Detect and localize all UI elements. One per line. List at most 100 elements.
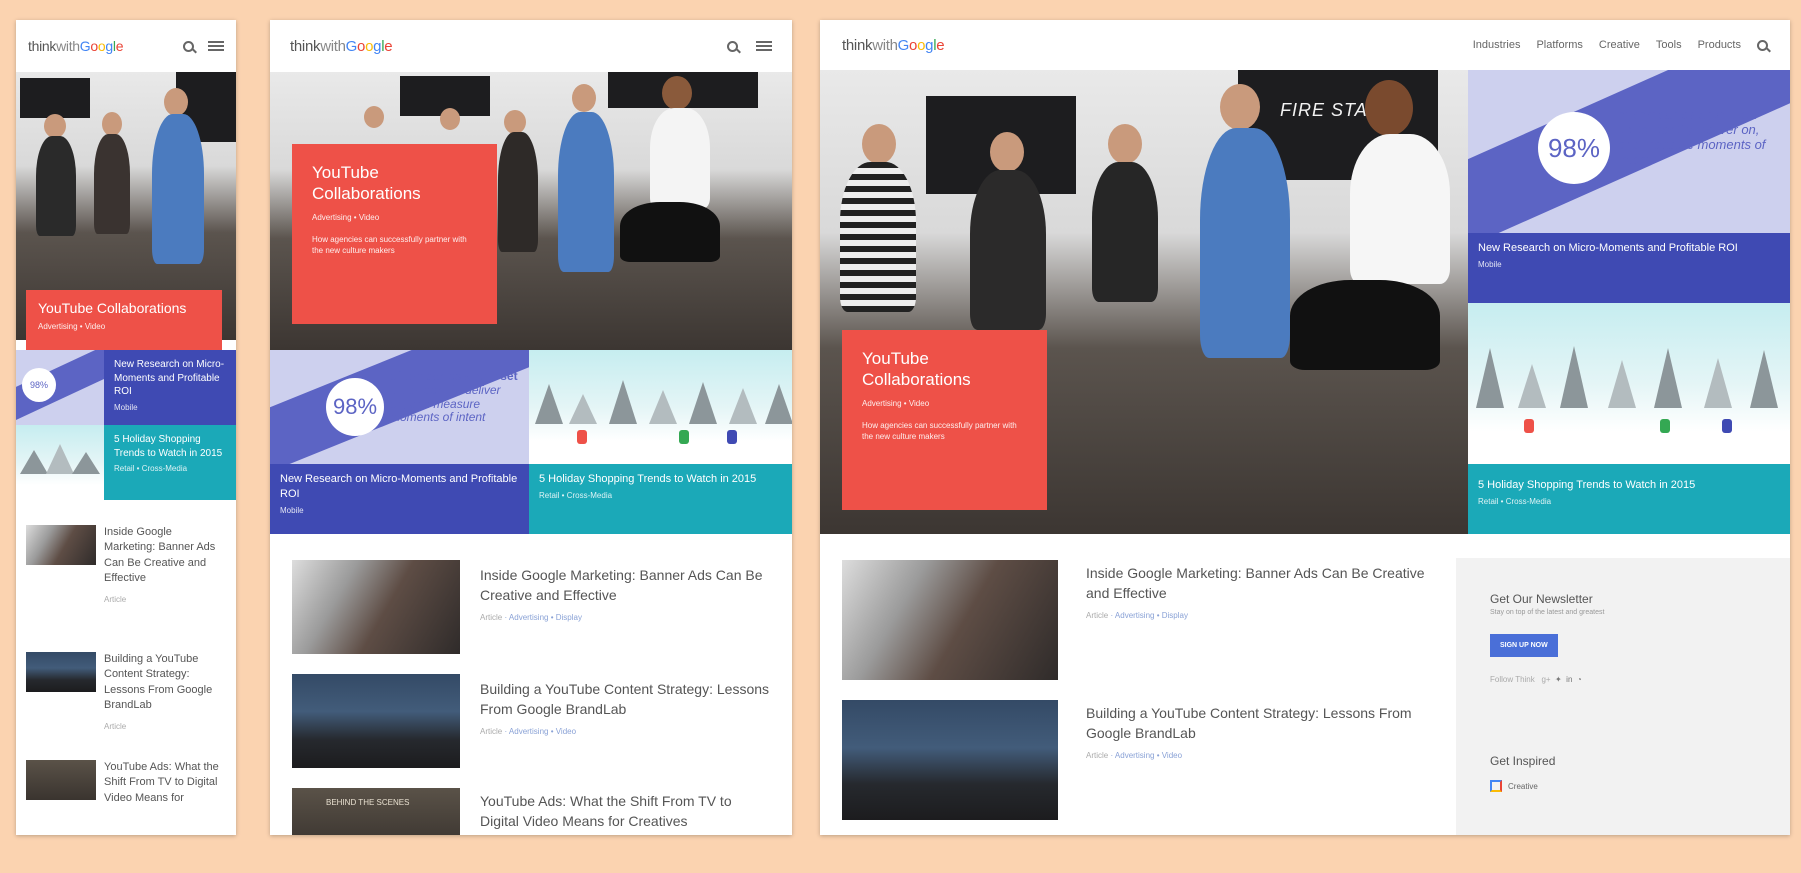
menu-icon[interactable] <box>756 41 772 51</box>
desktop-research-card[interactable]: New Research on Micro-Moments and Profit… <box>1468 233 1790 303</box>
person-head <box>1220 84 1260 130</box>
mountain <box>609 380 637 425</box>
person <box>1092 162 1158 302</box>
article-thumbnail <box>842 560 1058 680</box>
desktop-feature-card[interactable]: YouTube Collaborations Advertising • Vid… <box>842 330 1047 510</box>
feature-description: How agencies can successfully partner wi… <box>312 234 467 255</box>
skier <box>679 430 689 444</box>
tablet-feature-card[interactable]: YouTube Collaborations Advertising • Vid… <box>292 144 497 324</box>
feature-category: Advertising • Video <box>312 212 380 222</box>
tablet-article-row[interactable]: Inside Google Marketing: Banner Ads Can … <box>292 560 772 654</box>
article-caption: Article · Advertising • Display <box>480 613 582 623</box>
tablet-stat-card[interactable]: 98% of companies aren't set up to identi… <box>270 350 529 464</box>
desktop-panel: thinkwithGoogle Industries Platforms Cre… <box>820 20 1790 835</box>
skier <box>1722 419 1732 433</box>
nav-products[interactable]: Products <box>1698 39 1741 51</box>
person <box>1350 134 1450 284</box>
person-head <box>572 84 596 112</box>
inspired-item[interactable]: Creative <box>1490 780 1756 792</box>
research-category: Mobile <box>280 505 304 515</box>
skier <box>577 430 587 444</box>
article-title: Building a YouTube Content Strategy: Les… <box>104 653 213 712</box>
main-nav: Industries Platforms Creative Tools Prod… <box>1473 39 1768 51</box>
search-icon[interactable] <box>727 40 738 52</box>
logo[interactable]: thinkwithGoogle <box>842 37 945 54</box>
desktop-stat-card[interactable]: 98% of companies aren't set up to identi… <box>1468 70 1790 233</box>
tablet-research-card[interactable]: New Research on Micro-Moments and Profit… <box>270 464 529 534</box>
tablet-holiday-card[interactable]: 5 Holiday Shopping Trends to Watch in 20… <box>529 464 792 534</box>
desktop-article-row[interactable]: Inside Google Marketing: Banner Ads Can … <box>842 560 1442 680</box>
logo[interactable]: thinkwithGoogle <box>28 38 123 54</box>
tablet-topbar: thinkwithGoogle <box>270 20 792 72</box>
person-head <box>102 112 122 136</box>
person <box>650 108 710 208</box>
desktop-article-row[interactable]: Building a YouTube Content Strategy: Les… <box>842 700 1442 820</box>
person <box>970 170 1046 330</box>
tablet-panel: thinkwithGoogle YouTube Collaborations A… <box>270 20 792 835</box>
research-title: New Research on Micro-Moments and Profit… <box>1478 242 1738 254</box>
article-thumbnail: BEHIND THE SCENES <box>292 788 460 835</box>
stat-circle: 98% <box>22 368 56 402</box>
mobile-article-row[interactable]: YouTube Ads: What the Shift From TV to D… <box>26 760 226 806</box>
article-thumbnail <box>292 560 460 654</box>
article-thumbnail <box>26 760 96 800</box>
mobile-article-row[interactable]: Building a YouTube Content Strategy: Les… <box>26 652 226 731</box>
tablet-holiday-image[interactable] <box>529 350 792 464</box>
mountain <box>1750 349 1778 408</box>
holiday-category: Retail • Cross-Media <box>1478 496 1552 506</box>
mountain <box>729 388 757 425</box>
tablet-article-row[interactable]: Building a YouTube Content Strategy: Les… <box>292 674 772 768</box>
nav-industries[interactable]: Industries <box>1473 39 1521 51</box>
mobile-article-row[interactable]: Inside Google Marketing: Banner Ads Can … <box>26 525 226 604</box>
mountain <box>1476 347 1504 408</box>
article-caption: Article · Advertising • Video <box>480 727 577 737</box>
article-title: Inside Google Marketing: Banner Ads Can … <box>104 526 216 585</box>
mountain <box>1560 345 1588 408</box>
article-thumbnail <box>842 700 1058 820</box>
desktop-holiday-image[interactable] <box>1468 303 1790 464</box>
mobile-feature-card[interactable]: YouTube Collaborations Advertising • Vid… <box>26 290 222 350</box>
feature-title: YouTube Collaborations <box>312 163 421 204</box>
feature-description: How agencies can successfully partner wi… <box>862 420 1017 441</box>
skier <box>1524 419 1534 433</box>
article-title: Building a YouTube Content Strategy: Les… <box>1086 705 1412 741</box>
article-title: Inside Google Marketing: Banner Ads Can … <box>1086 565 1425 601</box>
article-title: YouTube Ads: What the Shift From TV to D… <box>480 793 732 829</box>
mountain <box>765 384 792 425</box>
skier <box>727 430 737 444</box>
article-title: YouTube Ads: What the Shift From TV to D… <box>104 761 219 804</box>
tablet-article-row[interactable]: BEHIND THE SCENES YouTube Ads: What the … <box>292 788 772 835</box>
twitter-icon[interactable]: ✦ <box>1555 675 1562 684</box>
search-icon[interactable] <box>183 40 194 52</box>
desktop-topbar: thinkwithGoogle Industries Platforms Cre… <box>820 20 1790 70</box>
mobile-panel: thinkwithGoogle YouTube Collaborations A… <box>16 20 236 835</box>
person-head <box>862 124 896 164</box>
feature-title: YouTube Collaborations <box>38 300 187 316</box>
nav-tools[interactable]: Tools <box>1656 39 1682 51</box>
mobile-holiday-image[interactable] <box>16 425 104 500</box>
article-kind: Article <box>104 721 127 731</box>
menu-icon[interactable] <box>208 41 224 51</box>
signup-button[interactable]: SIGN UP NOW <box>1490 634 1558 657</box>
desktop-holiday-card[interactable]: 5 Holiday Shopping Trends to Watch in 20… <box>1468 464 1790 534</box>
mobile-research-card[interactable]: New Research on Micro-Moments and Profit… <box>104 350 236 425</box>
search-icon[interactable] <box>1757 39 1768 51</box>
feature-title: YouTube Collaborations <box>862 349 971 390</box>
mountain <box>20 449 48 474</box>
rss-icon[interactable]: ◔ <box>1577 675 1582 684</box>
logo[interactable]: thinkwithGoogle <box>290 38 393 55</box>
thumbnail-overlay-text: BEHIND THE SCENES <box>326 798 410 807</box>
person-head <box>504 110 526 134</box>
mountain <box>569 394 597 425</box>
mobile-stat-card[interactable]: 98% <box>16 350 104 425</box>
article-title: Building a YouTube Content Strategy: Les… <box>480 681 770 717</box>
mobile-holiday-card[interactable]: 5 Holiday Shopping Trends to Watch in 20… <box>104 425 236 500</box>
nav-creative[interactable]: Creative <box>1599 39 1640 51</box>
google-plus-icon[interactable]: g+ <box>1541 675 1550 684</box>
research-category: Mobile <box>114 402 138 412</box>
nav-platforms[interactable]: Platforms <box>1536 39 1582 51</box>
linkedin-icon[interactable]: in <box>1566 675 1572 684</box>
research-title: New Research on Micro-Moments and Profit… <box>114 359 225 397</box>
mountain <box>72 451 100 474</box>
mountain <box>535 384 563 425</box>
